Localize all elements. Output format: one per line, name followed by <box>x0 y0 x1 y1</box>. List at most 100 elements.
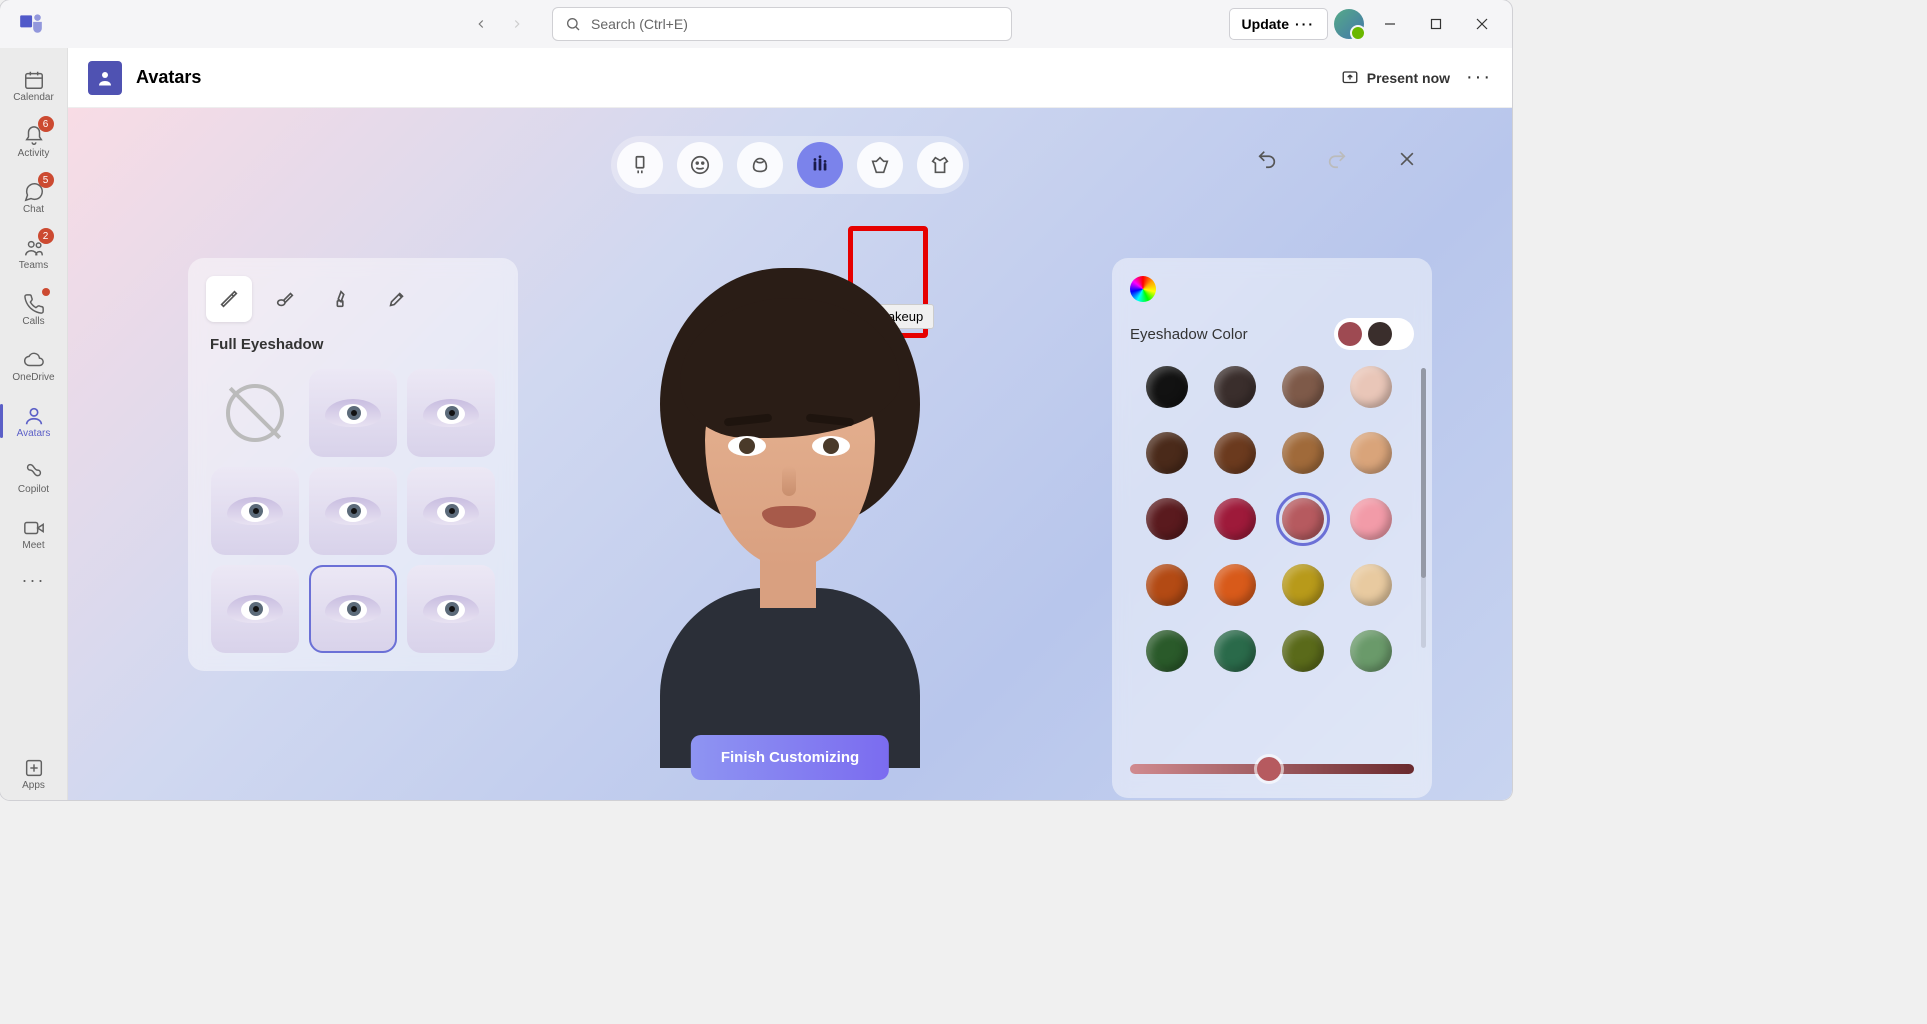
app-header: Avatars Present now ··· <box>68 48 1512 108</box>
rail-item-teams[interactable]: 2 Teams <box>4 226 64 280</box>
color-section-title: Eyeshadow Color <box>1130 326 1248 343</box>
app-more-button[interactable]: ··· <box>1466 66 1492 89</box>
badge: 2 <box>38 228 54 244</box>
recent-swatches[interactable] <box>1334 318 1414 350</box>
category-makeup-button[interactable] <box>797 142 843 188</box>
badge: 6 <box>38 116 54 132</box>
finish-customizing-button[interactable]: Finish Customizing <box>691 735 889 780</box>
style-none-option[interactable] <box>211 369 299 457</box>
style-section-title: Full Eyeshadow <box>210 336 500 353</box>
avatar-canvas: Makeup Full Eyeshadow <box>68 108 1512 800</box>
search-input[interactable]: Search (Ctrl+E) <box>552 7 1012 41</box>
color-picker-button[interactable] <box>1130 276 1156 302</box>
nav-back-button[interactable] <box>466 9 496 39</box>
color-swatch[interactable] <box>1350 564 1392 606</box>
category-wardrobe-button[interactable] <box>857 142 903 188</box>
style-option[interactable] <box>309 467 397 555</box>
color-swatch[interactable] <box>1282 432 1324 474</box>
color-swatch[interactable] <box>1214 366 1256 408</box>
tool-liner-button[interactable] <box>374 276 420 322</box>
style-option[interactable] <box>211 565 299 653</box>
color-swatch[interactable] <box>1350 366 1392 408</box>
person-icon <box>22 404 46 428</box>
rail-item-meet[interactable]: Meet <box>4 506 64 560</box>
color-swatch[interactable] <box>1350 498 1392 540</box>
color-scrollbar[interactable] <box>1421 368 1426 648</box>
rail-item-avatars[interactable]: Avatars <box>4 394 64 448</box>
style-panel: Full Eyeshadow <box>188 258 518 671</box>
rail-item-chat[interactable]: 5 Chat <box>4 170 64 224</box>
nav-forward-button[interactable] <box>502 9 532 39</box>
color-swatch[interactable] <box>1146 432 1188 474</box>
rail-item-apps[interactable]: Apps <box>4 746 64 800</box>
color-swatch[interactable] <box>1146 564 1188 606</box>
color-swatch[interactable] <box>1350 432 1392 474</box>
style-option[interactable] <box>407 467 495 555</box>
present-now-button[interactable]: Present now <box>1341 69 1450 87</box>
window-maximize-button[interactable] <box>1416 4 1456 44</box>
avatars-app-icon <box>88 61 122 95</box>
color-grid <box>1130 366 1414 672</box>
shade-slider[interactable] <box>1130 764 1414 774</box>
color-swatch[interactable] <box>1214 432 1256 474</box>
color-swatch[interactable] <box>1146 498 1188 540</box>
color-swatch[interactable] <box>1214 564 1256 606</box>
app-window: Search (Ctrl+E) Update ··· Calendar 6 Ac… <box>0 0 1512 800</box>
color-swatch[interactable] <box>1146 366 1188 408</box>
tool-blush-button[interactable] <box>262 276 308 322</box>
style-option[interactable] <box>407 369 495 457</box>
redo-button[interactable] <box>1322 144 1352 174</box>
category-hair-button[interactable] <box>737 142 783 188</box>
titlebar: Search (Ctrl+E) Update ··· <box>0 0 1512 48</box>
color-swatch[interactable] <box>1282 630 1324 672</box>
undo-button[interactable] <box>1252 144 1282 174</box>
none-icon <box>226 384 284 442</box>
update-button[interactable]: Update ··· <box>1229 8 1328 40</box>
rail-item-calendar[interactable]: Calendar <box>4 58 64 112</box>
dot-badge <box>42 288 50 296</box>
color-swatch[interactable] <box>1282 564 1324 606</box>
phone-icon <box>22 292 46 316</box>
badge: 5 <box>38 172 54 188</box>
close-editor-button[interactable] <box>1392 144 1422 174</box>
app-title: Avatars <box>136 67 201 88</box>
profile-avatar[interactable] <box>1334 9 1364 39</box>
style-grid <box>206 369 500 653</box>
color-swatch[interactable] <box>1350 630 1392 672</box>
app-rail: Calendar 6 Activity 5 Chat 2 Teams Calls <box>0 48 68 800</box>
category-outfit-button[interactable] <box>917 142 963 188</box>
recent-swatch[interactable] <box>1338 322 1362 346</box>
style-option[interactable] <box>309 369 397 457</box>
color-swatch[interactable] <box>1214 630 1256 672</box>
search-icon <box>565 16 581 32</box>
category-face-button[interactable] <box>677 142 723 188</box>
color-swatch[interactable] <box>1146 630 1188 672</box>
avatar-preview <box>620 238 960 758</box>
tool-lipstick-button[interactable] <box>318 276 364 322</box>
style-option[interactable] <box>407 565 495 653</box>
color-swatch[interactable] <box>1282 498 1324 540</box>
rail-item-activity[interactable]: 6 Activity <box>4 114 64 168</box>
category-body-button[interactable] <box>617 142 663 188</box>
video-icon <box>22 516 46 540</box>
color-swatch[interactable] <box>1282 366 1324 408</box>
teams-logo-icon <box>18 10 46 38</box>
tool-eyeshadow-button[interactable] <box>206 276 252 322</box>
slider-thumb[interactable] <box>1257 757 1281 781</box>
history-toolbar <box>1252 144 1422 174</box>
rail-item-onedrive[interactable]: OneDrive <box>4 338 64 392</box>
category-toolbar <box>611 136 969 194</box>
style-option[interactable] <box>211 467 299 555</box>
style-option[interactable] <box>309 565 397 653</box>
cloud-icon <box>22 348 46 372</box>
rail-item-copilot[interactable]: Copilot <box>4 450 64 504</box>
more-icon: ··· <box>22 568 46 592</box>
rail-more-button[interactable]: ··· <box>4 562 64 598</box>
main-area: Avatars Present now ··· <box>68 48 1512 800</box>
window-minimize-button[interactable] <box>1370 4 1410 44</box>
recent-swatch[interactable] <box>1368 322 1392 346</box>
window-close-button[interactable] <box>1462 4 1502 44</box>
copilot-icon <box>22 460 46 484</box>
rail-item-calls[interactable]: Calls <box>4 282 64 336</box>
color-swatch[interactable] <box>1214 498 1256 540</box>
